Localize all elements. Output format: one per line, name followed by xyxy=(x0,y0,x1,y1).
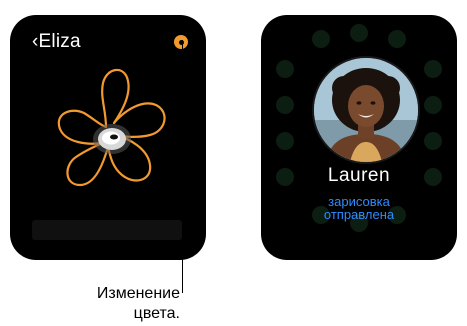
callout-label-line-1: Изменение xyxy=(96,285,180,302)
callout-label-line-2: цвета. xyxy=(133,305,180,322)
sketch-watch-screen: ‹Eliza xyxy=(10,15,206,260)
contact-photo-icon xyxy=(314,58,418,162)
sent-watch-screen: Lauren зарисовка отправлена xyxy=(261,15,457,260)
callout-line xyxy=(182,40,183,293)
contact-name: Lauren xyxy=(327,165,391,186)
sent-status-line-2: отправлена xyxy=(323,207,395,222)
bottom-strip xyxy=(32,220,182,240)
contact-avatar xyxy=(314,58,418,162)
